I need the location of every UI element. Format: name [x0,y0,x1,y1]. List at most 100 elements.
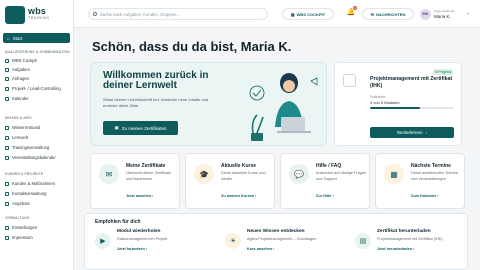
sidebar-section-heading: VERWALTUNG [5,216,30,220]
recommended-title: Neues Wissen entdecken [247,229,305,234]
user-label: Angemeldet als [434,9,455,13]
quick-card-title: Aktuelle Kurse [221,163,257,169]
quick-card-link-label: Zur Hilfe [316,194,332,198]
arrow-right-icon: › [425,130,427,135]
wbs-cockpit-label: WBS COCKPIT [296,11,326,17]
knowledge-icon [5,125,9,130]
recommended-title: Zertifikat herunterladen [377,229,431,234]
contacts-icon [5,191,9,196]
sidebar-item[interactable]: Trainingsverwaltung [5,144,49,151]
sidebar-item[interactable]: Anfragen [5,75,29,82]
brand-logo[interactable] [5,6,25,24]
sidebar-item-label: Kalender [12,96,29,101]
notification-badge: 3 [353,6,357,10]
recommended-title: Modul wiederholen [117,229,161,234]
sidebar-item-label: Angebote [12,201,30,206]
grid-icon: ▦ [290,11,295,17]
progress-text: 3 von 5 Modulen [370,100,400,105]
sidebar-item[interactable]: Kunden & Maßnahmen [5,180,55,187]
sidebar-item-label: Projekt- / Lead-Controlling [12,86,61,91]
recommended-item[interactable]: ☀ Neues Wissen entdecken Agiles Projektman… [225,229,345,267]
sidebar-item-label: Anfragen [12,76,29,81]
task-icon [5,67,9,72]
messages-button[interactable]: ✉ NACHRICHTEN [362,8,414,20]
avatar[interactable]: MK [420,9,431,20]
user-name[interactable]: Maria K. [434,14,451,19]
sidebar-item-label: WBS Cockpit [12,58,37,63]
progress-bar [370,107,454,109]
sidebar-section-heading: QUALIFIZIERUNG & KOMMUNIKATION [5,50,70,54]
request-icon [5,76,9,81]
search-placeholder: Suche nach Aufgaben, Kunden, Gruppen... [100,11,180,17]
sidebar-item[interactable]: Aufgaben [5,66,30,73]
sidebar-item[interactable]: Impressum [5,234,33,241]
sidebar-item[interactable]: WBS Cockpit [5,57,37,64]
recommended-description: Agiles Projektmanagement – Grundlagen [247,237,317,241]
search-icon [93,12,97,16]
recommended-description: Projektmanagement mit Zertifikat (IHK) [377,237,443,241]
quick-card[interactable]: ▦ Nächste Termine Deine anstehenden Termin… [375,153,465,209]
sidebar-item-label: Trainingsverwaltung [12,145,50,150]
recommended-link[interactable]: Jetzt fortsetzen › [117,247,147,251]
quick-card-description: Deine aktuellen Kurse und Inhalte [221,171,266,181]
quick-card-description: Antworten auf häufige Fragen und Support [316,171,367,181]
course-title: Projektmanagement mit Zertifikat (IHK) [370,76,453,89]
replay-icon: ▶ [95,233,111,249]
continue-learning-button[interactable]: Weiterlernen › [370,127,454,138]
certificate-icon: ✉ [99,164,119,184]
recommended-link[interactable]: Jetzt herunterladen › [377,247,414,251]
quick-card-link-label: Zu meinen Kursen [221,194,255,198]
quick-card[interactable]: ✉ Meine Zertifikate Übersicht deiner Zerti… [90,153,180,209]
sidebar-item-label: Aufgaben [12,67,30,72]
recommended-description: Risikomanagement im Projekt [117,237,168,241]
quick-card-link[interactable]: Zu meinen Kursen › [221,194,256,198]
cockpit-icon [5,58,9,63]
messages-label: NACHRICHTEN [376,11,406,17]
quick-card-link[interactable]: Zum Kalender › [411,194,439,198]
calendar-icon: ▦ [384,164,404,184]
progress-fill [370,107,421,109]
quick-card-link-label: Jetzt ansehen [126,194,152,198]
certificates-button[interactable]: ▣ Zu meinen Zertifikaten [103,121,178,135]
lightbulb-icon: ☀ [225,233,241,249]
quick-card-title: Nächste Termine [411,163,451,169]
recommended-item[interactable]: ▶ Modul wiederholen Risikomanagement im Pr… [95,229,215,267]
sidebar-item[interactable]: Kontaktverwaltung [5,190,46,197]
sidebar-item[interactable]: Veranstaltungskalender [5,154,56,161]
recommended-link-label: Jetzt fortsetzen [117,247,145,251]
quick-card[interactable]: 💬 Hilfe / FAQ Antworten auf häufige Fragen… [280,153,370,209]
sidebar-item[interactable]: Einstellungen [5,224,37,231]
recommended-section: Empfohlen für dich ▶ Modul wiederholen Ris… [84,213,468,270]
top-bar: Suche nach Aufgaben, Kunden, Gruppen... … [74,0,480,28]
sidebar: wbs TRAINING ⌂ Start QUALIFIZIERUNG & KO… [0,0,74,270]
brand-name: wbs [28,6,47,16]
certificate-icon: ▣ [114,125,119,130]
quick-card-link[interactable]: Jetzt ansehen › [126,194,153,198]
recommended-item[interactable]: ▤ Zertifikat herunterladen Projektmanageme… [355,229,475,267]
recommended-link-label: Jetzt herunterladen [377,247,413,251]
sidebar-item[interactable]: Wissens-Board [5,124,40,131]
recommended-link[interactable]: Kurs ansehen › [247,247,274,251]
continue-learning-label: Weiterlernen [397,130,423,135]
quick-card-title: Hilfe / FAQ [316,163,342,169]
sidebar-item-label: Kontaktverwaltung [12,191,47,196]
search-input[interactable]: Suche nach Aufgaben, Kunden, Gruppen... [88,8,268,20]
sidebar-item[interactable]: Kalender [5,95,29,102]
settings-icon [5,225,9,230]
sidebar-item[interactable]: Angebote [5,200,30,207]
training-icon [5,145,9,150]
document-download-icon: ▤ [355,233,371,249]
chevron-down-icon[interactable]: ⌄ [466,10,470,16]
quick-card[interactable]: 🎓 Aktuelle Kurse Deine aktuellen Kurse und… [185,153,275,209]
graduation-cap-icon: 🎓 [194,164,214,184]
sidebar-item-start[interactable]: ⌂ Start [3,33,70,43]
recommended-link-label: Kurs ansehen [247,247,273,251]
sidebar-item[interactable]: Projekt- / Lead-Controlling [5,85,61,92]
wbs-cockpit-button[interactable]: ▦ WBS COCKPIT [282,8,334,20]
learner-illustration [249,73,318,141]
sidebar-item-label: Kunden & Maßnahmen [12,181,56,186]
sidebar-item-label: Lernwelt [12,135,28,140]
sidebar-section-heading: KUNDEN & PROJEKTE [5,172,44,176]
sidebar-item[interactable]: Lernwelt [5,134,28,141]
quick-card-link[interactable]: Zur Hilfe › [316,194,334,198]
